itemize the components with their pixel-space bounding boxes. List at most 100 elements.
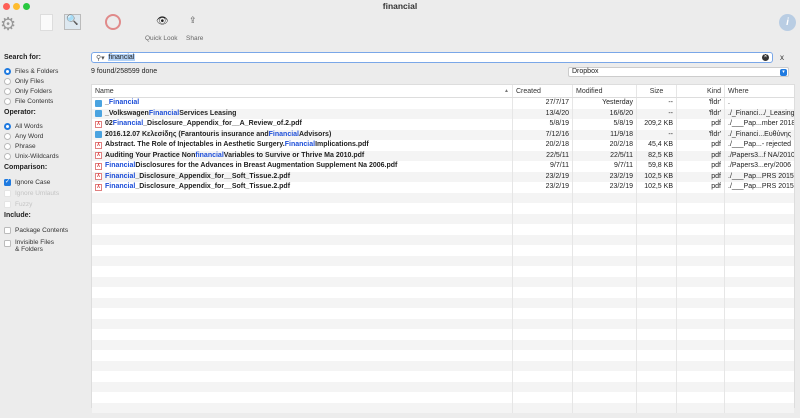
option-label: Package Contents [15,227,69,234]
cell-where: . [728,99,730,106]
table-row[interactable]: ʎ Financial _Disclosure_Appendix_for__Soft… [92,171,794,182]
name-match: Financial [148,109,180,117]
sidebar: Search for: Files & Folders Only Files O… [4,54,88,259]
checkbox-ignore-umlauts: Ignore Umlauts [4,188,88,199]
radio-files-folders[interactable]: Files & Folders [4,66,88,76]
name-match: Financial [112,120,144,127]
name-match: Financial [105,162,136,169]
cell-size: -- [637,108,677,119]
eye-icon[interactable]: 👁 [156,16,169,27]
empty-row [92,234,794,245]
minimize-window-button[interactable] [13,3,20,10]
zoom-window-button[interactable] [23,3,30,10]
radio-only-files[interactable]: Only Files [4,76,88,86]
empty-row [92,402,794,413]
column-header-name[interactable]: Name ▲ [92,85,513,97]
empty-row [92,371,794,382]
option-label: Ignore Case [15,178,51,186]
share-label[interactable]: Share [186,35,203,42]
cell-where: ./___Pap...mber 2018 [728,120,794,127]
radio-unix-wildcards[interactable]: Unix-Wildcards [4,151,88,161]
option-label: Only Files [15,77,44,85]
column-header-where[interactable]: Where [725,85,794,97]
table-row[interactable]: ʎ Financial _Disclosure_Appendix_for__Soft… [92,182,794,193]
close-search-button[interactable]: x [780,53,784,62]
table-row[interactable]: ʎ 02 Financial _Disclosure_Appendix_for__A… [92,119,794,130]
name-text: _Disclosure_Appendix_for__Soft_Tissue.2.… [135,172,291,180]
option-label: Only Folders [15,87,52,95]
empty-row [92,266,794,277]
empty-row [92,245,794,256]
checkbox-fuzzy: Fuzzy [4,199,88,210]
search-input[interactable]: ⚲▾ financial × [91,52,773,63]
cell-created: 22/5/11 [513,150,573,161]
cell-created: 9/7/11 [513,161,573,172]
option-label: Fuzzy [15,201,33,208]
radio-file-contents[interactable]: File Contents [4,96,88,106]
include-heading: Include: [4,212,31,219]
name-text: _Disclosure_Appendix_for__Soft_Tissue.2.… [135,183,291,190]
cell-created: 20/2/18 [513,140,573,151]
empty-row [92,213,794,224]
radio-all-words[interactable]: All Words [4,121,88,131]
empty-row [92,318,794,329]
cell-created: 5/8/19 [513,119,573,130]
option-label: Files & Folders [15,67,59,75]
name-match: Financial [108,99,140,106]
quick-look-label[interactable]: Quick Look [145,35,178,42]
location-dropdown[interactable]: Dropbox ▾ [568,67,789,77]
option-label-line: Invisible Files [15,239,55,246]
empty-row [92,350,794,361]
cell-modified: 9/7/11 [573,161,637,172]
radio-only-folders[interactable]: Only Folders [4,86,88,96]
checkbox-package-contents[interactable]: Package Contents [4,224,88,237]
cell-size: 209,2 KB [637,119,677,130]
gear-icon[interactable]: ⚙ [0,14,16,35]
option-label-line: & Folders [15,246,43,253]
document-icon[interactable] [40,14,53,31]
cell-modified: 16/6/20 [573,108,637,119]
cell-size: 102,5 KB [637,171,677,182]
close-window-button[interactable] [3,3,10,10]
cell-name: ʎ Auditing Your Practice Non financial Var… [92,150,513,161]
stop-icon[interactable] [105,14,121,30]
pdf-file-icon: ʎ [95,173,102,181]
cell-name: ʎ Financial _Disclosure_Appendix_for__Soft… [92,171,513,182]
cell-name: 2016.12.07 Κελεσίδης (Farantouris insura… [92,129,513,140]
window-title: financial [382,1,418,11]
checkbox-ignore-case[interactable]: ✓ Ignore Case [4,176,88,188]
table-row[interactable]: 2016.12.07 Κελεσίδης (Farantouris insura… [92,129,794,140]
column-header-size[interactable]: Size [637,85,677,97]
column-header-created[interactable]: Created [513,85,573,97]
cell-name: _Volkswagen Financial Services Leasing [92,108,513,119]
search-status: 9 found/258599 done [91,68,158,75]
clear-search-icon[interactable]: × [762,54,769,61]
column-header-kind[interactable]: Kind [677,85,725,97]
cell-kind: 'fldr' [677,98,725,109]
empty-row [92,255,794,266]
table-row[interactable]: _Volkswagen Financial Services Leasing 13… [92,108,794,119]
table-row[interactable]: ʎ Abstract. The Role of Injectables in Ae… [92,140,794,151]
table-row[interactable]: ʎ Financial Disclosures for the Advances … [92,161,794,172]
search-document-icon[interactable]: 🔍 [64,14,81,30]
column-header-modified[interactable]: Modified [573,85,637,97]
radio-any-word[interactable]: Any Word [4,131,88,141]
name-text: 2016.12.07 Κελεσίδης (Farantouris insura… [105,130,269,138]
cell-where: ./Papers3...f NA/2010 [728,151,794,159]
checkbox-invisible-files[interactable]: Invisible Files & Folders [4,239,88,259]
pdf-file-icon: ʎ [95,183,102,191]
cell-where: ./_Financi.../_Leasing [728,109,794,117]
folder-icon [95,131,102,139]
cell-created: 7/12/16 [513,129,573,140]
share-icon[interactable]: ⇪ [189,15,197,26]
name-match: Financial [105,172,136,180]
pdf-file-icon: ʎ [95,141,102,149]
radio-phrase[interactable]: Phrase [4,141,88,151]
search-value[interactable]: financial [107,54,136,61]
table-row[interactable]: _ Financial 27/7/17 Yesterday --'fldr'. [92,98,794,109]
table-row[interactable]: ʎ Auditing Your Practice Non financial Var… [92,150,794,161]
name-text: _Volkswagen [105,109,149,117]
cell-kind: pdf [677,182,725,193]
info-icon[interactable]: i [779,14,796,31]
name-match: Financial [268,130,299,138]
